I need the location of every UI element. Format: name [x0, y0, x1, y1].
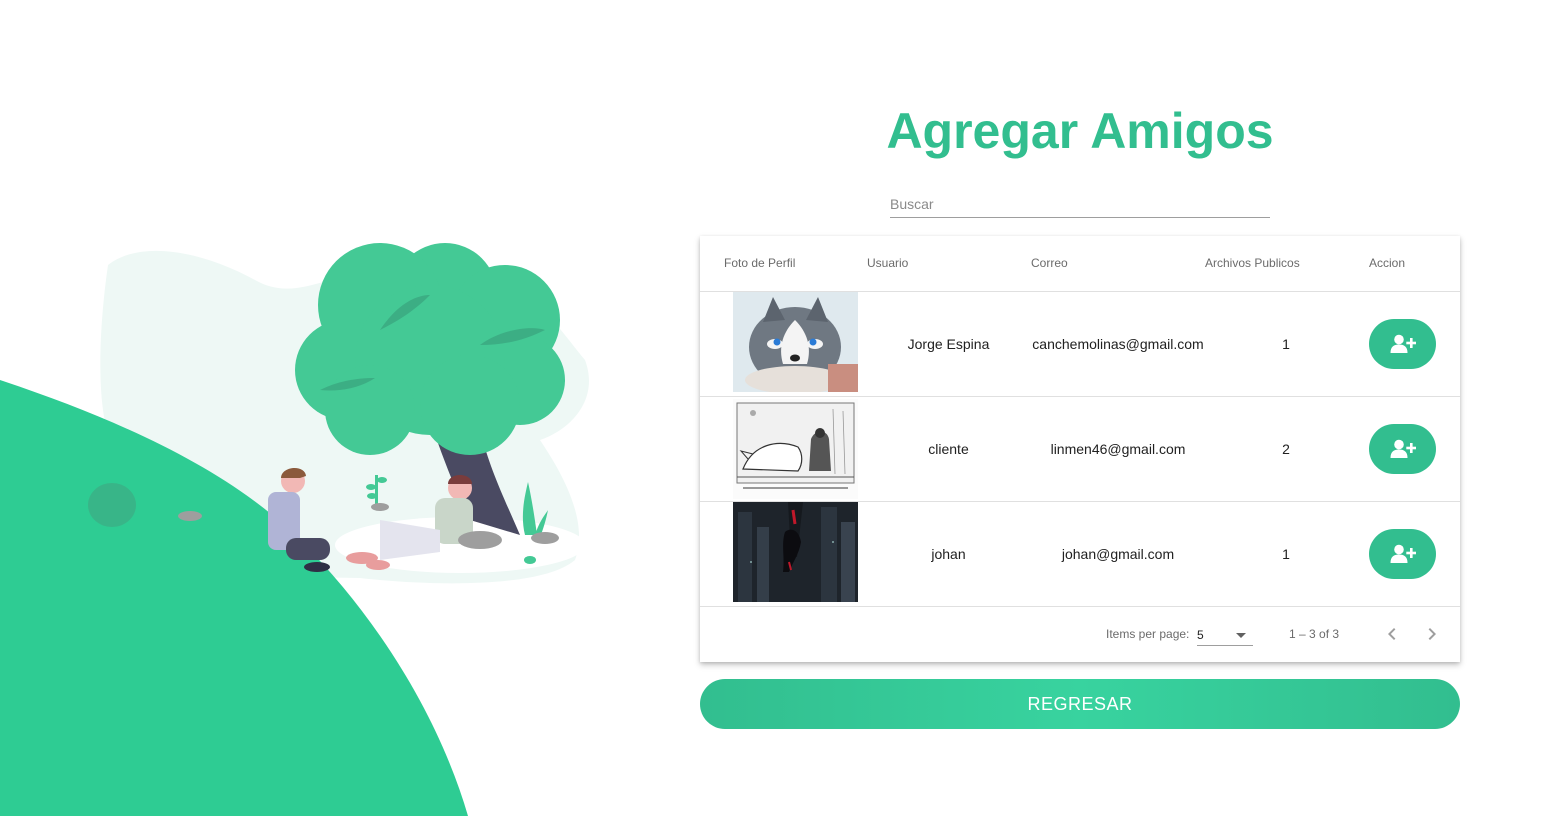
- user-cell: cliente: [928, 441, 969, 457]
- add-friend-button[interactable]: [1369, 319, 1436, 369]
- email-cell: linmen46@gmail.com: [1050, 441, 1186, 457]
- header-public-files[interactable]: Archivos Publicos: [1205, 236, 1300, 291]
- header-action: Accion: [1369, 256, 1406, 270]
- add-friend-button[interactable]: [1369, 529, 1436, 579]
- table-header-row: Foto de Perfil Usuario Correo Archivos P…: [700, 236, 1460, 292]
- add-user-icon: [1390, 439, 1416, 458]
- search-input[interactable]: [890, 190, 1270, 218]
- add-friend-button[interactable]: [1369, 424, 1436, 474]
- add-user-icon: [1390, 544, 1416, 563]
- dark-city-photo: [733, 502, 858, 602]
- search-field[interactable]: [890, 190, 1270, 218]
- header-user[interactable]: Usuario: [867, 236, 908, 291]
- email-cell: canchemolinas@gmail.com: [1032, 336, 1204, 352]
- tree-canopy: [295, 243, 565, 455]
- header-photo[interactable]: Foto de Perfil: [724, 236, 795, 291]
- public-files-cell: 1: [1282, 336, 1290, 352]
- add-user-icon: [1390, 334, 1416, 353]
- husky-photo: [733, 292, 858, 392]
- chevron-right-icon[interactable]: [1420, 622, 1444, 646]
- range-label: 1 – 3 of 3: [1289, 627, 1340, 641]
- public-files-cell: 2: [1282, 441, 1290, 457]
- chevron-left-icon[interactable]: [1380, 622, 1404, 646]
- items-per-page-label: Items per page:: [1106, 627, 1190, 641]
- user-cell: Jorge Espina: [907, 336, 990, 352]
- table-row: johan johan@gmail.com 1: [700, 502, 1460, 607]
- page-size-select[interactable]: 5: [1197, 625, 1253, 646]
- table-row: Jorge Espina canchemolinas@gmail.com 1: [700, 292, 1460, 397]
- friends-table: Foto de Perfil Usuario Correo Archivos P…: [700, 236, 1460, 662]
- header-email[interactable]: Correo: [1031, 236, 1068, 291]
- dropdown-arrow-icon: [1236, 633, 1246, 638]
- sketch-photo: [733, 399, 858, 499]
- park-illustration: [0, 243, 589, 816]
- page-title: Agregar Amigos: [886, 103, 1274, 159]
- page-size-value: 5: [1197, 628, 1204, 642]
- user-cell: johan: [931, 546, 966, 562]
- back-button[interactable]: REGRESAR: [700, 679, 1460, 729]
- paginator: Items per page: 5 1 – 3 of 3: [700, 606, 1460, 662]
- table-row: cliente linmen46@gmail.com 2: [700, 397, 1460, 502]
- email-cell: johan@gmail.com: [1061, 546, 1175, 562]
- public-files-cell: 1: [1282, 546, 1290, 562]
